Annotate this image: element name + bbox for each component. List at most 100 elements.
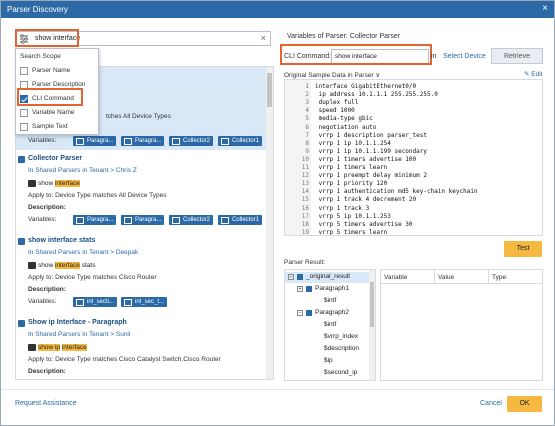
parser-discovery-dialog: Parser Discovery × show interface × tche… (0, 0, 555, 426)
variable-chip[interactable]: Paragra... (121, 215, 165, 225)
tree-checkbox[interactable] (297, 274, 303, 280)
variable-chip[interactable]: Collector1 (218, 136, 263, 146)
checkbox[interactable] (20, 123, 28, 131)
apply-to-text: Apply to: Device Type matches All Device… (28, 192, 167, 199)
line-number: 18 (301, 220, 309, 228)
tree-node-label: $ip (324, 357, 333, 364)
cli-command-highlight-box (17, 88, 83, 106)
code-line: ip address 10.1.1.1 255.255.255.0 (315, 91, 438, 99)
tree-node[interactable]: $vrrp_index (285, 332, 371, 343)
code-line: vrrp 1 timers advertise 100 (315, 155, 417, 163)
checkbox[interactable] (20, 109, 28, 117)
variable-chip[interactable]: Collector1 (218, 215, 263, 225)
code-line: vrrp 1 track 4 decrement 20 (315, 196, 417, 204)
tree-node[interactable]: $second_ip (285, 368, 371, 379)
parser-path[interactable]: In Shared Parsers in Tenant > Chris Z (28, 167, 137, 174)
code-line: vrrp 1 ip 10.1.1.254 (315, 139, 391, 147)
code-line: vrrp 1 preempt delay minimum 2 (315, 172, 427, 180)
pencil-icon: ✎ (524, 71, 530, 78)
column-header-variable[interactable]: Variable (381, 270, 435, 284)
variable-chip[interactable]: int_sec_t... (121, 297, 168, 307)
tree-node-label: $intf (324, 321, 337, 328)
parser-path[interactable]: In Shared Parsers in Tenant > Sunil (28, 331, 130, 338)
parser-name[interactable]: Collector Parser (28, 155, 82, 162)
parser-icon (18, 320, 25, 327)
parser-card[interactable]: Collector Parser In Shared Parsers in Te… (16, 153, 266, 233)
parser-path[interactable]: In Shared Parsers in Tenant > Deepak (28, 249, 138, 256)
tree-scrollbar[interactable] (369, 270, 375, 380)
cli-icon (28, 262, 36, 269)
tree-node-label: $second_ip (324, 369, 358, 376)
parser-result-label: Parser Result: (284, 259, 326, 266)
cancel-button[interactable]: Cancel (480, 400, 502, 407)
variable-chip[interactable]: Paragra... (121, 136, 165, 146)
tree-node[interactable]: − Paragraph2 (285, 308, 371, 319)
variable-chip[interactable]: Collector2 (169, 215, 214, 225)
parser-name[interactable]: show interface stats (28, 237, 95, 244)
variable-chip[interactable]: Collector2 (169, 136, 214, 146)
tree-node-label: Paragraph2 (315, 309, 349, 316)
variables-panel-title: Variables of Parser: Collector Parser (287, 33, 401, 40)
tree-checkbox[interactable] (306, 310, 312, 316)
parser-card[interactable]: Show ip Interface - Paragraph In Shared … (16, 317, 266, 379)
dialog-title: Parser Discovery (7, 5, 68, 14)
description-label: Description: (28, 286, 66, 293)
scrollbar-thumb[interactable] (370, 282, 374, 327)
line-number: 9 (305, 147, 309, 155)
collapse-icon[interactable]: − (297, 310, 303, 316)
ok-button[interactable]: OK (507, 396, 542, 412)
code-line: vrrp 5 timers advertise 30 (315, 220, 413, 228)
code-line: vrrp 1 ip 10.1.1.199 secondary (315, 147, 427, 155)
retrieve-button[interactable]: Retrieve (491, 48, 543, 64)
title-bar: Parser Discovery × (1, 1, 554, 18)
line-number: 6 (305, 123, 309, 131)
parser-result-tree: − _original_result + Paragraph1 $intf − Paragr… (284, 269, 376, 381)
search-highlight-box (15, 29, 79, 47)
line-number: 8 (305, 139, 309, 147)
tree-checkbox[interactable] (306, 286, 312, 292)
expand-icon[interactable]: + (297, 286, 303, 292)
tree-node[interactable]: + Paragraph1 (285, 284, 371, 295)
footer-divider (1, 389, 554, 390)
sample-data-dropdown[interactable]: Original Sample Data in Parser ∨ (284, 71, 380, 79)
line-number: 11 (301, 164, 309, 171)
variable-value-table: Variable Value Type (380, 269, 543, 381)
parser-name[interactable]: Show ip Interface - Paragraph (28, 319, 127, 326)
line-number: 4 (305, 107, 309, 115)
parser-card[interactable]: show interface stats In Shared Parsers i… (16, 235, 266, 315)
code-line: vrrp 1 authentication md5 key-chain keyc… (315, 188, 478, 196)
tree-node[interactable]: $description (285, 344, 371, 355)
search-scope-header: Search Scope (20, 53, 61, 60)
tree-node[interactable]: $intf (285, 296, 371, 307)
tree-node-label: $vrrp_index (324, 333, 358, 340)
tree-node-label: _original_result (306, 273, 351, 280)
close-icon[interactable]: × (542, 3, 548, 14)
column-header-value[interactable]: Value (435, 270, 489, 284)
test-button[interactable]: Test (504, 241, 542, 257)
tree-node-label: Paragraph1 (315, 285, 349, 292)
cli-icon (28, 344, 36, 351)
request-assistance-link[interactable]: Request Assistance (15, 400, 76, 407)
variable-chip[interactable]: Paragra... (73, 215, 117, 225)
clear-icon[interactable]: × (261, 33, 266, 43)
checkbox[interactable] (20, 67, 28, 75)
line-number: 2 (305, 91, 309, 99)
select-device-link[interactable]: Select Device (443, 53, 486, 60)
tree-node[interactable]: $intf (285, 320, 371, 331)
collapse-icon[interactable]: − (288, 274, 294, 280)
variable-chip[interactable]: Paragra... (73, 136, 117, 146)
code-line: vrrp 5 timers learn (315, 228, 388, 236)
sample-data-editor[interactable]: 1 interface GigabitEthernet0/0 2 ip addres… (284, 79, 543, 236)
code-line: interface GigabitEthernet0/0 (315, 83, 417, 90)
description-label: Description: (28, 368, 66, 375)
scrollbar-thumb[interactable] (267, 73, 272, 107)
column-header-type[interactable]: Type (489, 270, 542, 284)
apply-to-text: Apply to: Device Type matches Cisco Rout… (28, 274, 157, 281)
code-line: vrrp 1 description parser_test (315, 131, 427, 139)
code-line: media-type gbic (315, 115, 373, 123)
edit-link[interactable]: ✎ Edit (524, 70, 542, 78)
tree-node[interactable]: − _original_result (285, 272, 371, 283)
results-scrollbar[interactable] (266, 67, 273, 379)
variable-chip[interactable]: int_secti... (73, 297, 118, 307)
tree-node[interactable]: $ip (285, 356, 371, 367)
